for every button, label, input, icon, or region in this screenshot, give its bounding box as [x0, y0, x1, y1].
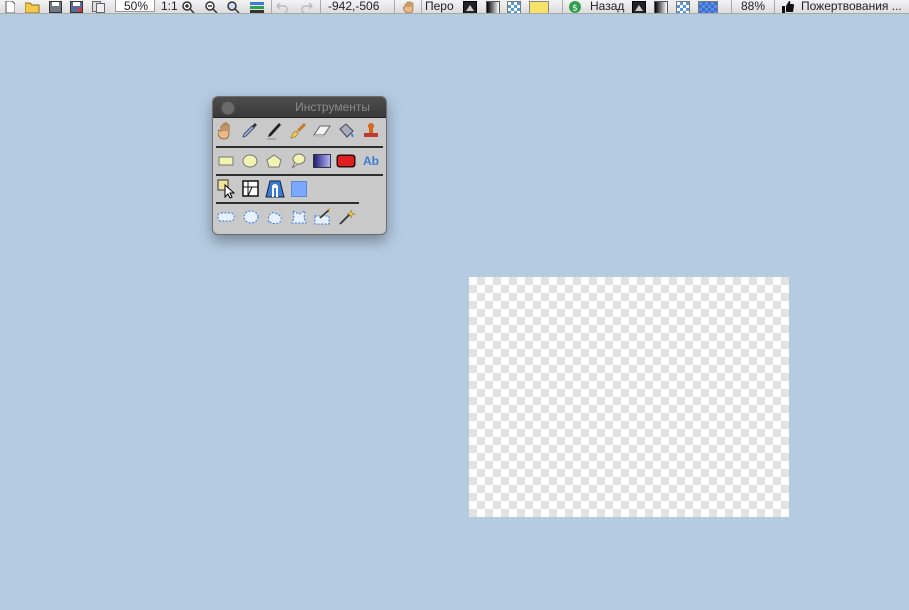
- save-as-icon[interactable]: [68, 0, 84, 13]
- rounded-rect-tool[interactable]: [336, 151, 356, 171]
- tool-row-3: [213, 176, 386, 204]
- rect-select-tool[interactable]: [216, 207, 236, 227]
- redo-icon[interactable]: [297, 0, 315, 13]
- ellipse-select-tool[interactable]: [241, 207, 261, 227]
- rectangle-tool[interactable]: [216, 151, 236, 171]
- color-swatch-tool[interactable]: [289, 179, 309, 199]
- hand-icon[interactable]: [400, 0, 418, 13]
- coordinates-readout: -942,-506: [328, 0, 380, 13]
- close-button[interactable]: [221, 101, 235, 115]
- dollar-icon[interactable]: $: [567, 0, 583, 13]
- magic-wand-tool[interactable]: [337, 207, 357, 227]
- perspective-tool[interactable]: [265, 179, 285, 199]
- ellipse-tool[interactable]: [240, 151, 260, 171]
- save-icon[interactable]: [47, 0, 63, 13]
- gradient-icon[interactable]: [486, 1, 500, 13]
- text-tool[interactable]: Ab: [361, 151, 381, 171]
- eyedropper-tool[interactable]: [240, 121, 260, 141]
- hand-tool[interactable]: [216, 121, 236, 141]
- thumbs-up-icon[interactable]: [780, 0, 796, 13]
- current-tool-label: Перо: [425, 0, 454, 13]
- paint-bucket-tool[interactable]: [336, 121, 356, 141]
- move-selection-tool[interactable]: [216, 179, 236, 199]
- open-icon[interactable]: [24, 0, 42, 13]
- magic-select-tool[interactable]: [313, 207, 333, 227]
- layers-icon[interactable]: [248, 0, 266, 13]
- zoom-input[interactable]: 50%: [115, 0, 155, 13]
- speech-bubble-tool[interactable]: [288, 151, 308, 171]
- crop-tool[interactable]: [241, 179, 261, 199]
- tool-row-4: [213, 204, 386, 232]
- gradient-tool[interactable]: [312, 151, 332, 171]
- eraser-tool[interactable]: [312, 121, 332, 141]
- tool-row-2: Ab: [213, 148, 386, 176]
- copy-icon[interactable]: [90, 0, 106, 13]
- palette-title: Инструменты: [295, 100, 370, 114]
- stamp-tool[interactable]: [361, 121, 381, 141]
- zoom-fit-icon[interactable]: [225, 0, 243, 13]
- checker-icon[interactable]: [507, 1, 521, 13]
- svg-text:$: $: [572, 3, 578, 13]
- back-checker-icon[interactable]: [676, 1, 690, 13]
- back-color-swap-icon[interactable]: [632, 1, 646, 13]
- brush-tool[interactable]: [288, 121, 308, 141]
- zoom-out-icon[interactable]: [203, 0, 221, 13]
- color-swap-icon[interactable]: [463, 1, 477, 13]
- main-toolbar: 50% 1:1 -942,-506 Перо $ Назад 88% Пожер…: [0, 0, 909, 14]
- opacity-readout[interactable]: 88%: [741, 0, 765, 13]
- image-canvas[interactable]: [469, 277, 789, 517]
- yellow-swatch[interactable]: [529, 1, 549, 13]
- back-gradient-icon[interactable]: [654, 1, 668, 13]
- polygon-tool[interactable]: [264, 151, 284, 171]
- lasso-select-tool[interactable]: [265, 207, 285, 227]
- tools-palette: Инструменты Ab: [212, 96, 387, 235]
- actual-size-button[interactable]: 1:1: [161, 0, 178, 13]
- back-label[interactable]: Назад: [590, 0, 624, 13]
- new-icon[interactable]: [3, 0, 17, 13]
- donate-button[interactable]: Пожертвования ...: [801, 0, 902, 13]
- zoom-in-icon[interactable]: [180, 0, 198, 13]
- tool-row-1: [213, 118, 386, 146]
- pen-tool[interactable]: [264, 121, 284, 141]
- undo-icon[interactable]: [274, 0, 292, 13]
- poly-select-tool[interactable]: [289, 207, 309, 227]
- blue-checker-icon[interactable]: [698, 1, 718, 13]
- palette-title-bar[interactable]: Инструменты: [213, 97, 386, 118]
